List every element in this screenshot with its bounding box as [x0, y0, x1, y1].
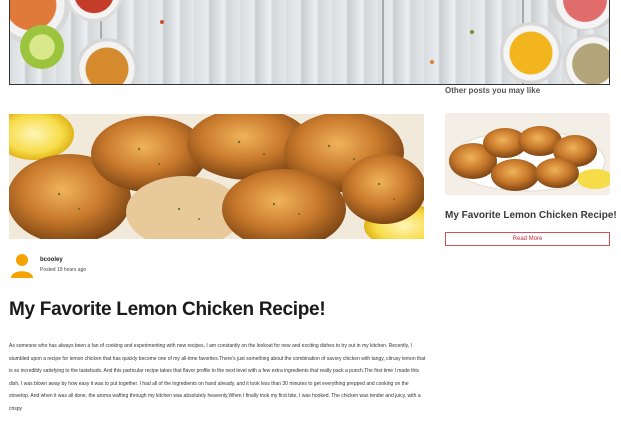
spice-bowl-image	[548, 0, 609, 30]
sidebar-heading: Other posts you may like	[445, 86, 541, 95]
spice-bowl-image	[65, 0, 123, 22]
post-title: My Favorite Lemon Chicken Recipe!	[9, 299, 326, 320]
spice-bowl-image	[563, 34, 609, 84]
spice-bowl-image	[76, 38, 138, 84]
sidebar-post-thumbnail[interactable]	[445, 113, 610, 195]
user-avatar-icon[interactable]	[9, 252, 35, 278]
read-more-button[interactable]: Read More	[445, 232, 610, 246]
author-name[interactable]: bcooley	[40, 257, 63, 263]
header-banner-image	[9, 0, 610, 85]
sidebar-post-title[interactable]: My Favorite Lemon Chicken Recipe!	[445, 210, 617, 221]
lime-image	[20, 25, 64, 69]
post-hero-image	[9, 114, 424, 239]
post-timestamp: Posted 19 hours ago	[40, 267, 87, 273]
post-body-text: As someone who has always been a fan of …	[9, 343, 426, 412]
spice-bowl-image	[500, 22, 562, 84]
